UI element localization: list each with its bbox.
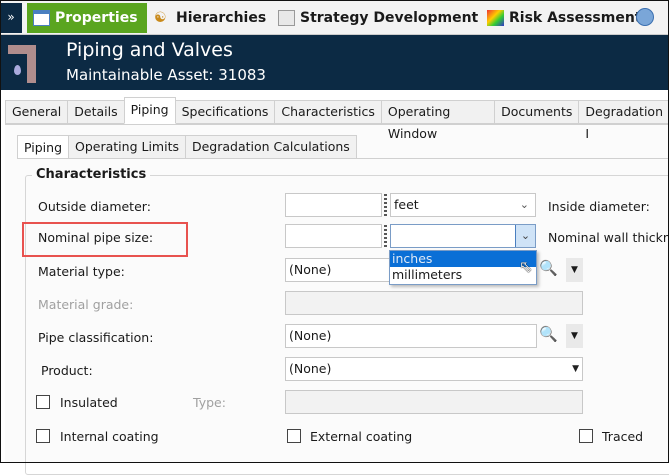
nav-tab-hierarchies[interactable]: ☯ Hierarchies (148, 3, 272, 33)
nominal-pipe-size-label: Nominal pipe size: (38, 230, 154, 245)
chevron-down-icon: ⌄ (519, 198, 529, 211)
nav-tab-label: Properties (55, 10, 138, 26)
dropdown-arrow-icon: ▼ (572, 364, 579, 374)
type-label: Type: (193, 395, 226, 410)
material-grade-label: Material grade: (38, 297, 134, 312)
selected-value: feet (394, 197, 419, 212)
dropdown-arrow-icon[interactable]: ▼ (566, 324, 583, 348)
chevron-down-icon[interactable]: ⌄ (515, 225, 535, 247)
product-select[interactable]: (None) ▼ (285, 357, 583, 381)
material-type-label: Material type: (38, 264, 125, 279)
tab-details[interactable]: Details (67, 100, 125, 124)
asset-subtitle: Maintainable Asset: 31083 (66, 66, 266, 84)
tab-general[interactable]: General (5, 100, 69, 124)
pipe-icon (8, 43, 38, 83)
external-coating-checkbox[interactable] (287, 429, 301, 443)
tab-documents[interactable]: Documents (494, 100, 580, 124)
pipe-classification-label: Pipe classification: (38, 330, 154, 345)
nominal-wall-thickness-label: Nominal wall thickne (548, 230, 669, 245)
asset-header: Piping and Valves Maintainable Asset: 31… (0, 35, 669, 90)
nav-tab-risk-assessment[interactable]: Risk Assessment (481, 3, 648, 33)
selected-value: (None) (289, 361, 332, 376)
internal-coating-checkbox[interactable] (36, 429, 50, 443)
hierarchy-icon: ☯ (154, 10, 167, 26)
risk-matrix-icon (487, 10, 504, 26)
group-title: Characteristics (32, 167, 151, 182)
main-tabs: General Details Piping Specifications Ch… (5, 97, 669, 141)
unit-dropdown-list: inches millimeters (389, 250, 537, 285)
nav-tab-strategy-development[interactable]: Strategy Development (272, 3, 484, 33)
document-icon (278, 10, 295, 26)
traced-label: Traced (602, 429, 644, 444)
option-millimeters[interactable]: millimeters (390, 267, 536, 283)
material-grade-input[interactable] (285, 291, 583, 315)
tab-operating-window[interactable]: Operating Window (380, 100, 496, 141)
external-coating-label: External coating (310, 429, 413, 444)
tab-specifications[interactable]: Specifications (174, 100, 276, 124)
gauge-icon[interactable] (636, 8, 654, 26)
tab-characteristics[interactable]: Characteristics (274, 100, 382, 124)
tab-degradation[interactable]: Degradation I (578, 100, 669, 141)
splitter-handle[interactable] (384, 225, 387, 247)
outside-diameter-input[interactable] (285, 193, 382, 217)
page-title: Piping and Valves (66, 39, 233, 61)
window-icon (33, 10, 50, 26)
nominal-pipe-size-unit-select[interactable]: ⌄ (390, 224, 536, 248)
nominal-pipe-size-input[interactable] (285, 224, 382, 248)
outside-diameter-label: Outside diameter: (38, 199, 151, 214)
insulated-label: Insulated (60, 395, 118, 410)
nav-tab-label: Hierarchies (176, 10, 267, 26)
traced-checkbox[interactable] (579, 429, 593, 443)
expand-icon[interactable]: » (0, 3, 22, 33)
internal-coating-label: Internal coating (60, 429, 159, 444)
nav-tab-label: Strategy Development (300, 10, 479, 26)
product-label: Product: (41, 363, 93, 378)
pipe-classification-select[interactable]: (None) (285, 324, 537, 348)
type-input[interactable] (285, 390, 583, 414)
splitter-handle[interactable] (384, 194, 387, 216)
option-inches[interactable]: inches (390, 251, 536, 267)
dropdown-arrow-icon[interactable]: ▼ (566, 258, 583, 282)
search-icon[interactable]: 🔍 (539, 325, 558, 343)
tab-piping[interactable]: Piping (123, 97, 176, 124)
search-icon[interactable]: 🔍 (539, 259, 558, 277)
mouse-cursor-icon: ⬁ (519, 257, 533, 276)
insulated-checkbox[interactable] (36, 395, 50, 409)
outside-diameter-unit-select[interactable]: feet ⌄ (390, 193, 536, 217)
inside-diameter-label: Inside diameter: (548, 199, 650, 214)
nav-tab-properties[interactable]: Properties (27, 3, 147, 33)
nav-tab-label: Risk Assessment (509, 10, 642, 26)
